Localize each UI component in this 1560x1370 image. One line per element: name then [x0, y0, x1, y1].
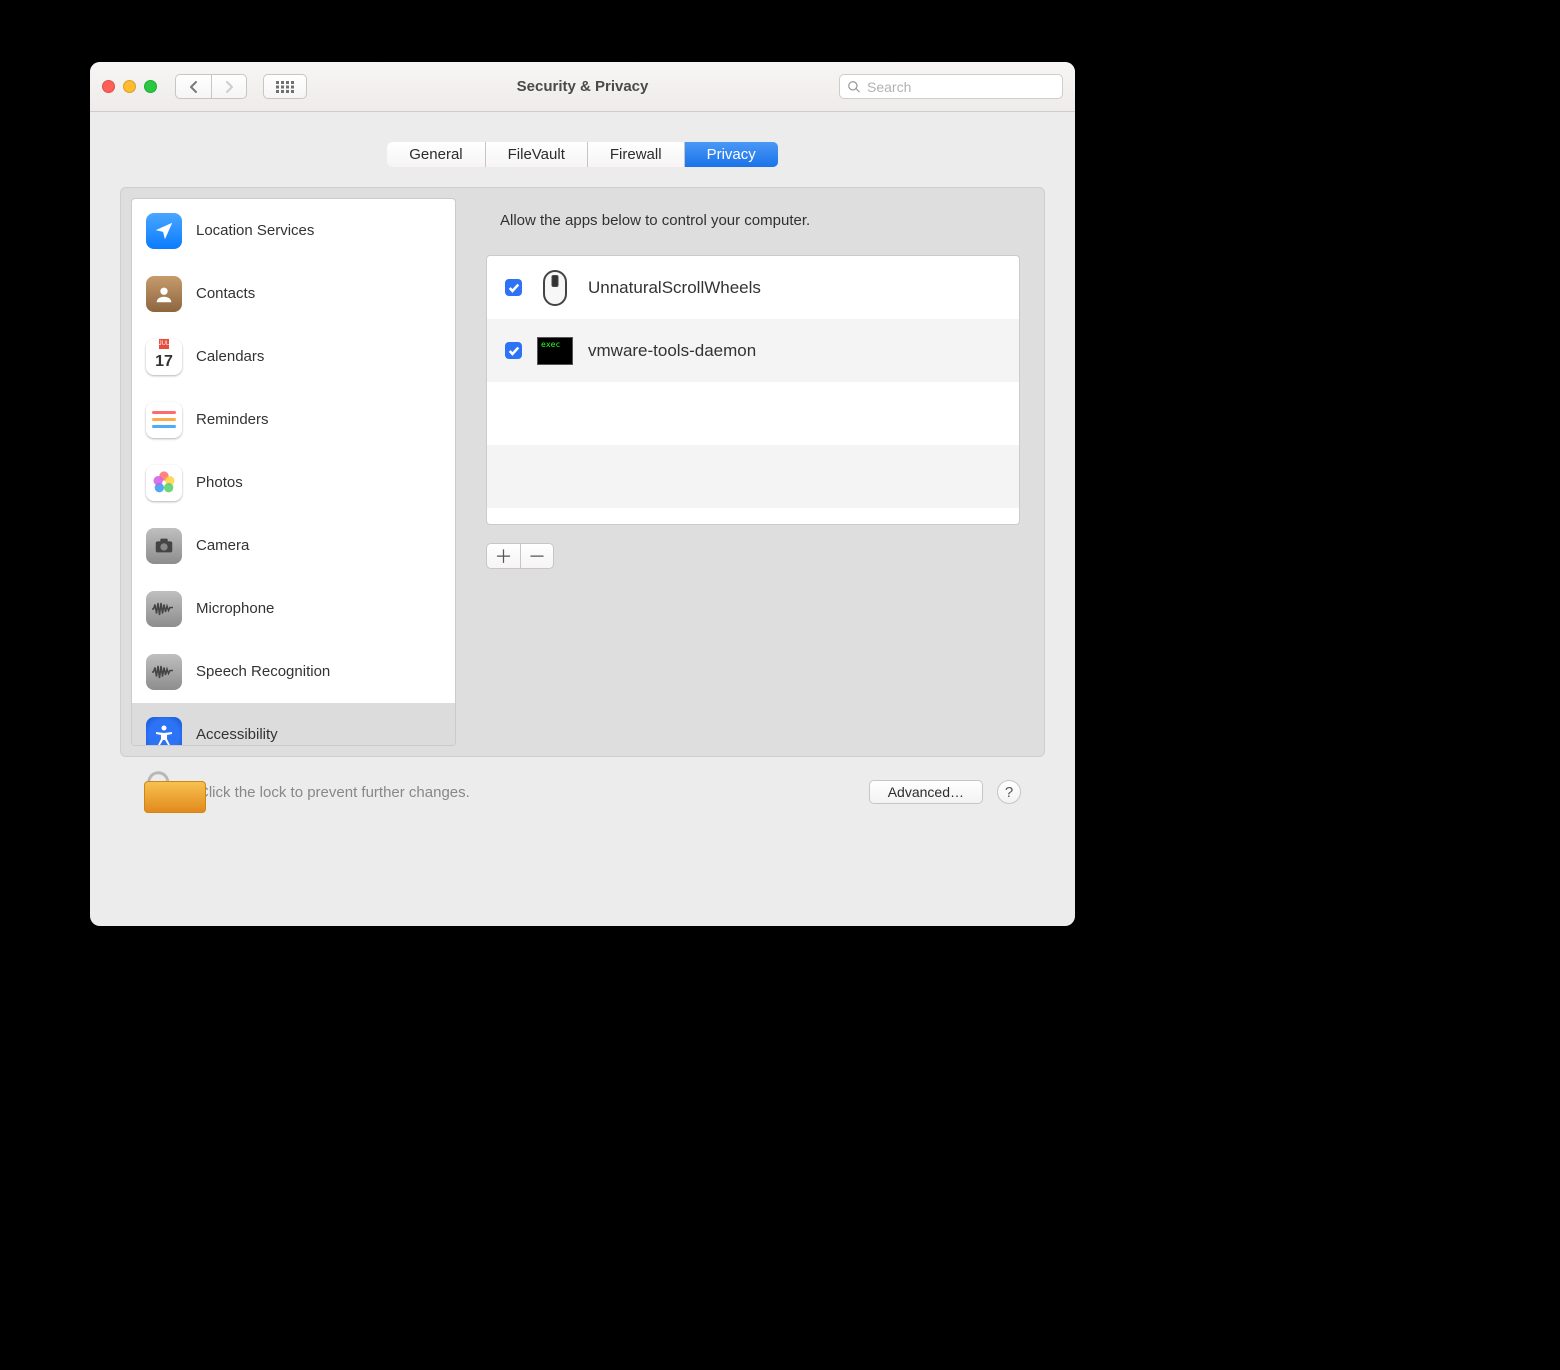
app-row[interactable]: UnnaturalScrollWheels	[487, 256, 1019, 319]
app-row-empty	[487, 445, 1019, 508]
search-icon	[847, 80, 861, 94]
back-button[interactable]	[175, 74, 211, 99]
preferences-window: Security & Privacy General FileVault Fir…	[90, 62, 1075, 926]
photos-icon	[146, 465, 182, 501]
sidebar-item-label: Microphone	[196, 600, 274, 617]
zoom-window-button[interactable]	[144, 80, 157, 93]
sidebar-item-calendars[interactable]: JUL 17 Calendars	[132, 325, 455, 388]
privacy-category-scroll[interactable]: Location Services Contacts JUL 17 C	[132, 199, 455, 745]
sidebar-item-label: Calendars	[196, 348, 264, 365]
terminal-icon: exec	[536, 332, 574, 370]
camera-icon	[146, 528, 182, 564]
advanced-button[interactable]: Advanced…	[869, 780, 983, 804]
window-body: General FileVault Firewall Privacy Locat…	[90, 112, 1075, 926]
sidebar-item-speech[interactable]: Speech Recognition	[132, 640, 455, 703]
app-name-label: vmware-tools-daemon	[588, 341, 756, 361]
microphone-icon	[146, 591, 182, 627]
app-row[interactable]: exec vmware-tools-daemon	[487, 319, 1019, 382]
sidebar-item-camera[interactable]: Camera	[132, 514, 455, 577]
sidebar-item-label: Location Services	[196, 222, 314, 239]
forward-button[interactable]	[211, 74, 247, 99]
tab-privacy[interactable]: Privacy	[685, 142, 778, 167]
mouse-icon	[536, 269, 574, 307]
sidebar-item-label: Camera	[196, 537, 249, 554]
detail-description: Allow the apps below to control your com…	[486, 212, 1020, 229]
sidebar-item-label: Accessibility	[196, 726, 278, 743]
location-icon	[146, 213, 182, 249]
tab-firewall[interactable]: Firewall	[588, 142, 685, 167]
help-button[interactable]: ?	[997, 780, 1021, 804]
nav-back-forward	[175, 74, 247, 99]
sidebar-item-label: Reminders	[196, 411, 269, 428]
app-checkbox[interactable]	[505, 279, 522, 296]
sidebar-item-label: Photos	[196, 474, 243, 491]
privacy-detail: Allow the apps below to control your com…	[472, 198, 1034, 746]
add-app-button[interactable]: ＋	[486, 543, 520, 569]
close-window-button[interactable]	[102, 80, 115, 93]
app-row-empty	[487, 382, 1019, 445]
privacy-category-list: Location Services Contacts JUL 17 C	[131, 198, 456, 746]
remove-app-button[interactable]: －	[520, 543, 554, 569]
show-all-button[interactable]	[263, 74, 307, 99]
tab-bar: General FileVault Firewall Privacy	[387, 142, 778, 167]
minimize-window-button[interactable]	[123, 80, 136, 93]
search-input[interactable]	[867, 79, 1055, 95]
add-remove-controls: ＋ －	[486, 543, 1020, 569]
reminders-icon	[146, 402, 182, 438]
sidebar-item-accessibility[interactable]: Accessibility	[132, 703, 455, 745]
calendar-icon: JUL 17	[146, 339, 182, 375]
titlebar: Security & Privacy	[90, 62, 1075, 112]
app-checkbox[interactable]	[505, 342, 522, 359]
sidebar-item-photos[interactable]: Photos	[132, 451, 455, 514]
sidebar-item-contacts[interactable]: Contacts	[132, 262, 455, 325]
sidebar-item-microphone[interactable]: Microphone	[132, 577, 455, 640]
speech-icon	[146, 654, 182, 690]
contacts-icon	[146, 276, 182, 312]
sidebar-item-location[interactable]: Location Services	[132, 199, 455, 262]
lock-icon[interactable]	[144, 771, 184, 813]
accessibility-icon	[146, 717, 182, 746]
sidebar-item-label: Speech Recognition	[196, 663, 330, 680]
search-field-wrap[interactable]	[839, 74, 1063, 99]
sidebar-item-reminders[interactable]: Reminders	[132, 388, 455, 451]
allowed-apps-list: UnnaturalScrollWheels exec vmware-tools-…	[486, 255, 1020, 525]
sidebar-item-label: Contacts	[196, 285, 255, 302]
app-name-label: UnnaturalScrollWheels	[588, 278, 761, 298]
privacy-panel: Location Services Contacts JUL 17 C	[120, 187, 1045, 757]
footer: Click the lock to prevent further change…	[120, 757, 1045, 835]
window-controls	[102, 80, 167, 93]
tab-general[interactable]: General	[387, 142, 485, 167]
tab-filevault[interactable]: FileVault	[486, 142, 588, 167]
lock-help-text: Click the lock to prevent further change…	[198, 784, 470, 801]
